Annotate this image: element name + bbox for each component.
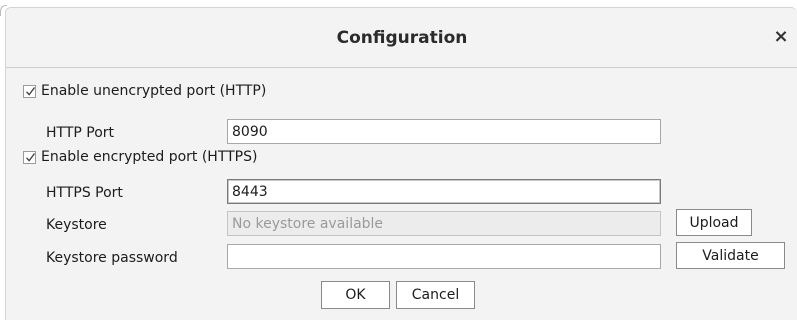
https-port-input[interactable] <box>227 179 661 204</box>
ok-button[interactable]: OK <box>321 281 390 309</box>
http-enable-label: Enable unencrypted port (HTTP) <box>41 83 267 99</box>
upload-button[interactable]: Upload <box>676 209 752 236</box>
http-port-input[interactable] <box>227 119 661 144</box>
configuration-dialog: Configuration × Enable unencrypted port … <box>5 7 797 320</box>
keystore-password-label: Keystore password <box>46 250 178 266</box>
keystore-password-input[interactable] <box>227 244 661 269</box>
dialog-body: Enable unencrypted port (HTTP) HTTP Port… <box>6 68 797 320</box>
checkmark-icon <box>26 152 36 162</box>
close-icon[interactable]: × <box>770 26 792 48</box>
validate-button[interactable]: Validate <box>676 242 785 269</box>
dialog-titlebar: Configuration × <box>6 8 797 68</box>
keystore-label: Keystore <box>46 217 107 233</box>
https-enable-checkbox[interactable] <box>23 150 36 164</box>
https-port-label: HTTPS Port <box>46 185 123 201</box>
http-enable-row[interactable]: Enable unencrypted port (HTTP) <box>23 81 266 101</box>
http-enable-checkbox[interactable] <box>23 84 36 98</box>
http-port-label: HTTP Port <box>46 125 115 141</box>
keystore-input <box>227 211 661 236</box>
https-enable-label: Enable encrypted port (HTTPS) <box>41 149 258 165</box>
checkmark-icon <box>26 86 36 96</box>
cancel-button[interactable]: Cancel <box>396 281 475 309</box>
https-enable-row[interactable]: Enable encrypted port (HTTPS) <box>23 147 257 167</box>
dialog-title: Configuration <box>336 28 468 48</box>
